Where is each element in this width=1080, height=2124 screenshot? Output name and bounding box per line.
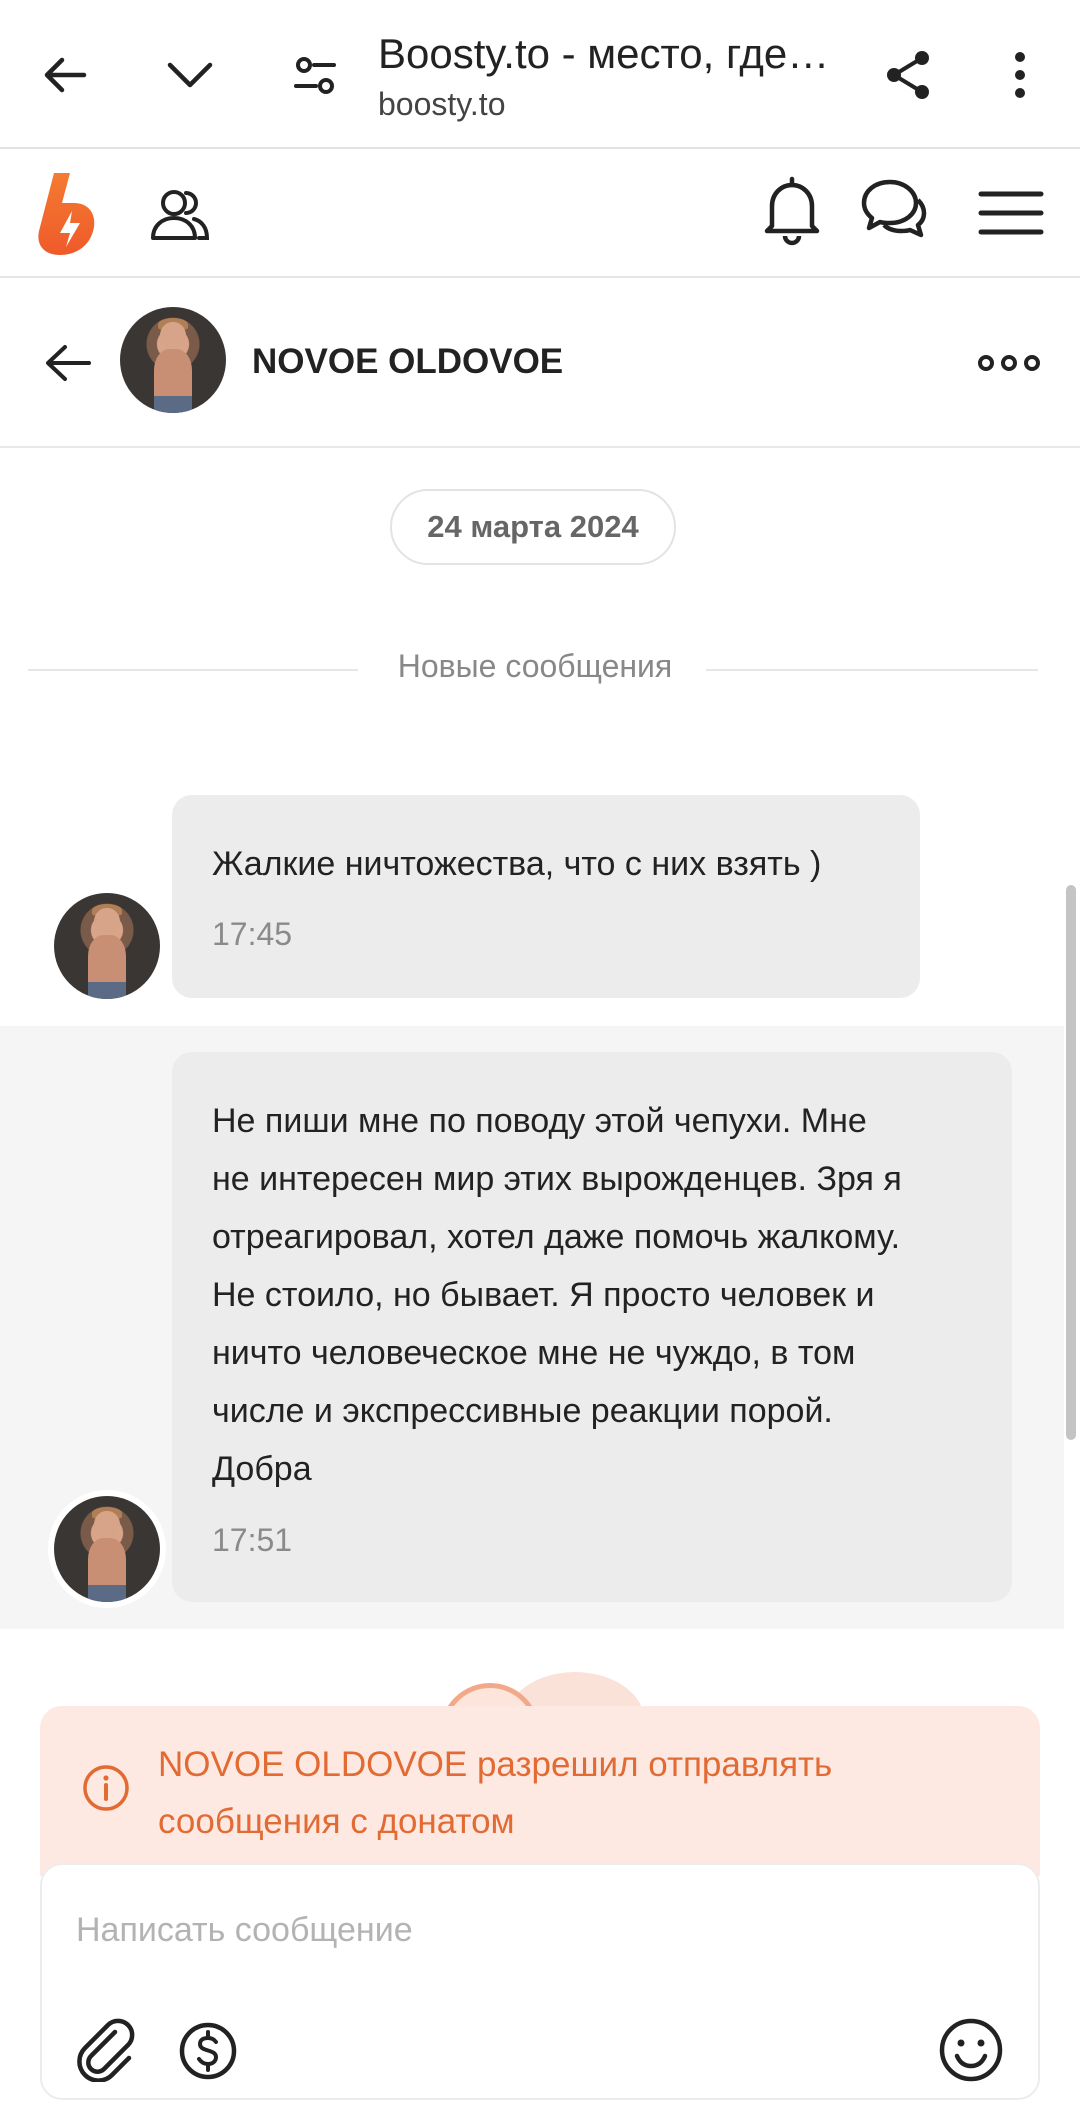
chevron-down-icon[interactable] (155, 40, 225, 110)
bell-icon[interactable] (760, 175, 824, 247)
chat-header: NOVOE OLDOVOE (0, 280, 1080, 448)
scrollbar[interactable] (1066, 885, 1076, 1440)
message-bubble[interactable]: Жалкие ничтожества, что с них взять ) 17… (172, 795, 920, 998)
arrow-left-icon[interactable] (30, 40, 100, 110)
paperclip-icon[interactable] (72, 2015, 142, 2085)
more-horizontal-icon[interactable] (976, 340, 1042, 386)
message-text: Жалкие ничтожества, что с них взять ) (212, 845, 822, 883)
chat-contact-name[interactable]: NOVOE OLDOVOE (252, 342, 563, 382)
dollar-circle-icon[interactable] (176, 2019, 240, 2083)
page-title[interactable]: Boosty.to - место, где … (378, 30, 838, 78)
divider-left (28, 669, 358, 671)
hamburger-icon[interactable] (978, 187, 1044, 239)
message-bubble[interactable]: Не пиши мне по поводу этой чепухи. Мне н… (172, 1052, 1012, 1602)
boosty-logo[interactable] (36, 171, 106, 257)
message-input[interactable] (76, 1905, 976, 1955)
message-time: 17:51 (212, 1522, 293, 1558)
avatar-frame (48, 1490, 166, 1608)
people-icon[interactable] (148, 184, 212, 244)
share-icon[interactable] (873, 40, 943, 110)
app-header (0, 151, 1080, 278)
chat-bubbles-icon[interactable] (860, 177, 928, 243)
info-icon (82, 1764, 130, 1812)
avatar[interactable] (54, 893, 160, 999)
page-url[interactable]: boosty.to (378, 86, 505, 123)
smiley-icon[interactable] (936, 2015, 1006, 2085)
avatar[interactable] (120, 307, 226, 413)
back-arrow-icon[interactable] (40, 335, 96, 391)
notice-text: NOVOE OLDOVOE разрешил отправлять сообще… (158, 1745, 833, 1841)
divider-right (706, 669, 1038, 671)
more-vertical-icon[interactable] (985, 40, 1055, 110)
browser-toolbar: Boosty.to - место, где … boosty.to (0, 0, 1080, 149)
tune-icon[interactable] (280, 40, 350, 110)
avatar[interactable] (54, 1496, 160, 1602)
message-text: Не пиши мне по поводу этой чепухи. Мне н… (212, 1102, 902, 1488)
message-time: 17:45 (212, 916, 293, 952)
donation-notice: NOVOE OLDOVOE разрешил отправлять сообще… (40, 1706, 1040, 1876)
avatar-frame (48, 887, 166, 1005)
message-composer (40, 1863, 1040, 2100)
new-messages-divider: Новые сообщения (397, 648, 673, 684)
date-separator: 24 марта 2024 (390, 489, 676, 565)
